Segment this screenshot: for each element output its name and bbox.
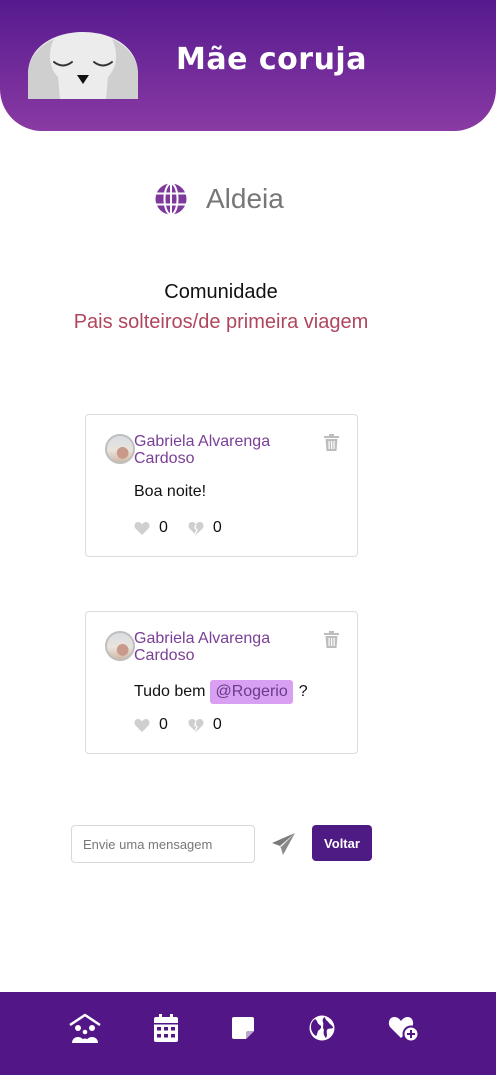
community-label: Comunidade xyxy=(164,281,278,303)
app-screen: Mãe coruja Aldeia Comunidade Pais soltei… xyxy=(0,0,496,1075)
community-name: Pais solteiros/de primeira viagem xyxy=(73,311,369,333)
heart-icon xyxy=(134,522,150,535)
nav-item-family[interactable] xyxy=(67,1010,103,1046)
post-message: Tudo bem xyxy=(134,683,206,700)
avatar[interactable] xyxy=(105,434,135,464)
broken-heart-icon xyxy=(188,719,204,732)
globe-icon xyxy=(155,182,187,216)
trash-icon[interactable] xyxy=(324,434,339,451)
dislike-button[interactable]: 0 xyxy=(188,716,222,734)
like-count: 0 xyxy=(159,716,168,733)
app-header: Mãe coruja xyxy=(0,0,496,131)
note-icon xyxy=(232,1017,254,1039)
like-count: 0 xyxy=(159,519,168,536)
post-card: Gabriela Alvarenga Cardoso Tudo bem @Rog… xyxy=(85,611,358,754)
family-home-icon xyxy=(69,1013,101,1043)
back-button[interactable]: Voltar xyxy=(312,825,372,861)
dislike-count: 0 xyxy=(212,716,222,733)
calendar-icon xyxy=(154,1014,178,1042)
dislike-count: 0 xyxy=(212,519,222,536)
nav-item-notes[interactable] xyxy=(231,1010,255,1046)
send-icon[interactable] xyxy=(271,832,296,856)
message-input[interactable] xyxy=(71,825,255,863)
heart-plus-icon xyxy=(388,1017,420,1042)
owl-logo-icon xyxy=(28,32,138,99)
nav-item-community[interactable] xyxy=(308,1010,336,1046)
post-author[interactable]: Gabriela Alvarenga Cardoso xyxy=(134,630,314,664)
post-author[interactable]: Gabriela Alvarenga Cardoso xyxy=(134,433,314,467)
section-title: Aldeia xyxy=(206,183,284,214)
post-text: Boa noite! xyxy=(134,483,206,501)
app-title: Mãe coruja xyxy=(176,42,367,77)
reactions: 0 0 xyxy=(134,716,242,734)
heart-icon xyxy=(134,719,150,732)
nav-item-favorites[interactable] xyxy=(388,1010,420,1046)
nav-item-calendar[interactable] xyxy=(153,1010,179,1046)
mention-tag[interactable]: @Rogerio xyxy=(210,680,293,704)
broken-heart-icon xyxy=(188,522,204,535)
like-button[interactable]: 0 xyxy=(134,716,168,734)
section-heading: Aldeia xyxy=(154,182,284,216)
reactions: 0 0 xyxy=(134,519,242,537)
dislike-button[interactable]: 0 xyxy=(188,519,222,537)
globe-icon xyxy=(309,1015,335,1041)
post-card: Gabriela Alvarenga Cardoso Boa noite! 0 … xyxy=(85,414,358,557)
trash-icon[interactable] xyxy=(324,631,339,648)
post-message: Boa noite! xyxy=(134,483,207,500)
bottom-nav xyxy=(0,992,496,1075)
post-message-suffix: ? xyxy=(298,683,308,700)
post-text: Tudo bem @Rogerio ? xyxy=(134,680,308,704)
like-button[interactable]: 0 xyxy=(134,519,168,537)
avatar[interactable] xyxy=(105,631,135,661)
